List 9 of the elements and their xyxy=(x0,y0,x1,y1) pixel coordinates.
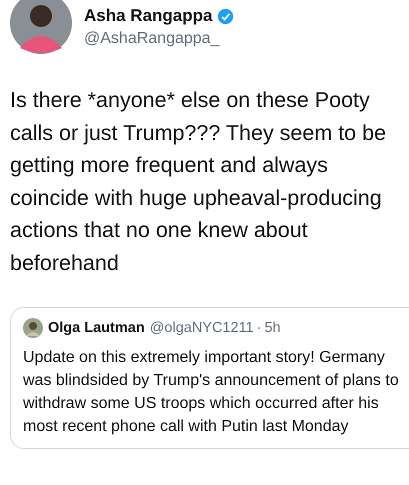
tweet-time: 5h xyxy=(264,320,281,336)
quoted-tweet-card[interactable] xyxy=(10,307,409,449)
quoted-author-handle[interactable]: @olgaNYC1211 xyxy=(150,320,254,336)
separator: · xyxy=(256,320,262,336)
quoted-author-name[interactable]: Olga Lautman xyxy=(48,320,145,336)
author-handle[interactable]: @AshaRangappa_ xyxy=(84,30,234,48)
tweet-text: Is there *anyone* else on these Pooty calls or just Trump??? They seem to be getting more frequent and always coincide with huge upheaval-producing actions that no one knew about beforehand xyxy=(10,87,388,276)
author-name[interactable]: Asha Rangappa xyxy=(84,6,212,26)
quoted-tweet-text: Update on this extremely important story! Germany was blindsided by Trump's announcement of plans to withdraw some US troops which occurred after his most recent phone call with Putin last Monday xyxy=(23,348,400,437)
